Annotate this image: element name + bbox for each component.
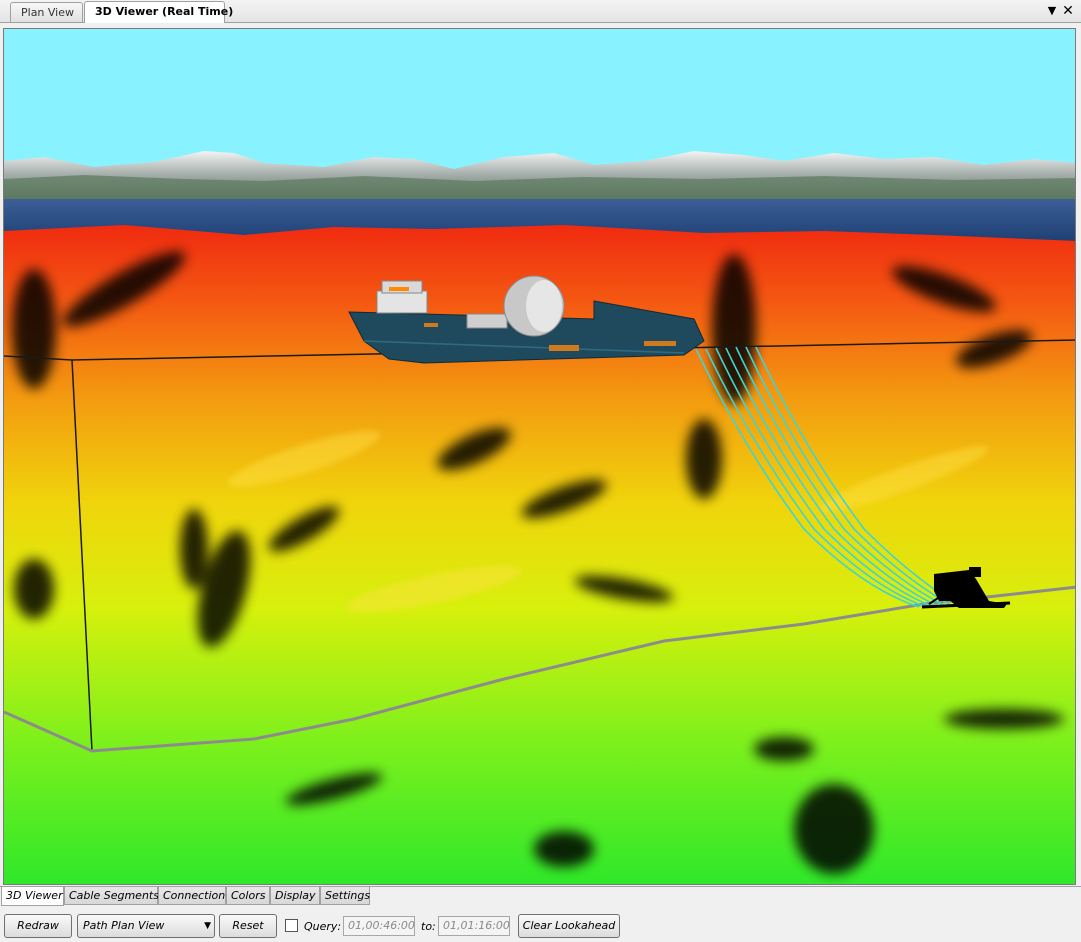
close-icon[interactable]: ✕ — [1061, 3, 1075, 19]
query-from-field[interactable]: 01,00:46:00 — [343, 916, 415, 936]
top-tab-strip: Plan View 3D Viewer (Real Time) ▼ ✕ — [0, 0, 1081, 23]
3d-viewport[interactable] — [3, 28, 1076, 885]
tab-connection[interactable]: Connection — [158, 887, 226, 905]
query-checkbox[interactable] — [285, 919, 298, 932]
query-to-field[interactable]: 01,01:16:00 — [438, 916, 510, 936]
clear-lookahead-button[interactable]: Clear Lookahead — [518, 914, 620, 938]
reset-button[interactable]: Reset — [219, 914, 277, 938]
view-mode-value: Path Plan View — [83, 919, 165, 932]
chevron-down-icon: ▼ — [204, 921, 211, 931]
query-label: Query: — [304, 920, 342, 933]
tab-3d-viewer-real-time[interactable]: 3D Viewer (Real Time) — [84, 1, 233, 23]
tab-colors[interactable]: Colors — [226, 887, 270, 905]
bottom-tab-strip: 3D Viewer Cable Segments Connection Colo… — [0, 886, 1081, 907]
tab-settings[interactable]: Settings — [320, 887, 370, 905]
tab-plan-view[interactable]: Plan View — [10, 2, 83, 22]
view-mode-select[interactable]: Path Plan View ▼ — [77, 914, 215, 938]
redraw-button[interactable]: Redraw — [4, 914, 72, 938]
tab-cable-segments[interactable]: Cable Segments — [64, 887, 159, 905]
vessel-bridge — [376, 290, 428, 314]
to-label: to: — [421, 920, 436, 933]
dropdown-arrow-icon[interactable]: ▼ — [1045, 3, 1059, 19]
3d-scene[interactable] — [4, 29, 1076, 885]
tab-3d-viewer[interactable]: 3D Viewer — [1, 887, 64, 906]
tab-display[interactable]: Display — [270, 887, 320, 905]
